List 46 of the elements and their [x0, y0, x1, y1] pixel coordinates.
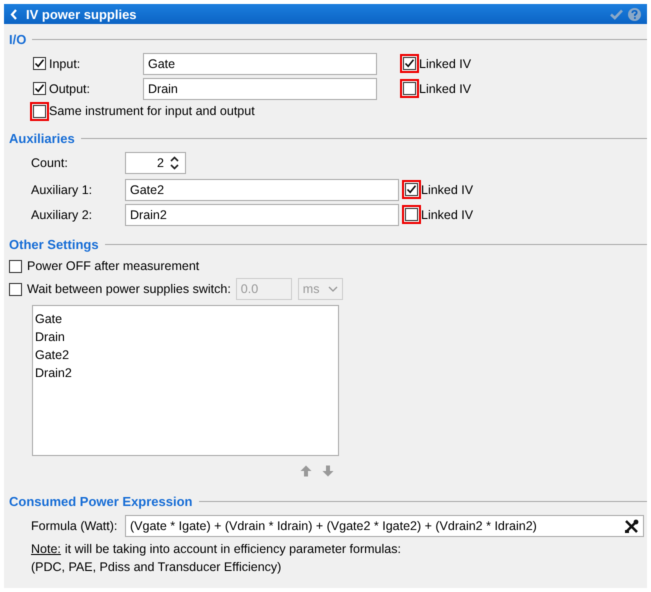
checkbox-label: Linked IV — [421, 182, 474, 196]
section-header: I/O — [9, 32, 26, 46]
checkbox-label: Power OFF after measurement — [27, 259, 200, 273]
field-label: Auxiliary 1: — [31, 182, 94, 196]
note-label: Note: — [31, 542, 61, 556]
checkbox-label: Linked IV — [419, 56, 472, 70]
field-label: Auxiliary 2: — [31, 208, 94, 222]
list-item[interactable]: Gate2 — [35, 346, 70, 364]
list-item[interactable]: Drain2 — [35, 364, 72, 382]
field-label: Formula (Watt): — [31, 519, 118, 533]
checkbox[interactable] — [33, 57, 46, 70]
checkmark-icon[interactable] — [610, 8, 623, 20]
section-header: Consumed Power Expression — [9, 494, 192, 508]
section-header: Auxiliaries — [9, 130, 75, 146]
linked-checkbox[interactable] — [403, 82, 416, 95]
list-item[interactable]: Drain — [35, 328, 65, 346]
text-field[interactable]: Gate — [143, 52, 377, 74]
text-field[interactable]: Gate2 — [125, 178, 399, 200]
checkbox-label: Linked IV — [421, 208, 474, 222]
checkbox[interactable] — [33, 104, 46, 118]
linked-checkbox[interactable] — [403, 57, 416, 70]
field-label: Input: — [49, 56, 82, 70]
section-header: Other Settings — [9, 236, 99, 252]
checkbox[interactable] — [9, 260, 22, 272]
note-text: it will be taking into account in efficiency parameter formulas: — [64, 542, 401, 556]
formula-field[interactable]: (Vgate * Igate) + (Vdrain * Idrain) + (Vgate2 * Igate2) + (Vdrain2 * Idrain2) — [125, 515, 644, 537]
spin-arrows-icon[interactable] — [170, 156, 179, 170]
text-field[interactable]: Drain2 — [125, 204, 399, 226]
tools-icon[interactable] — [624, 518, 639, 534]
back-icon[interactable] — [10, 8, 18, 20]
note-text: (PDC, PAE, Pdiss and Transducer Efficiency) — [31, 560, 282, 574]
text-field[interactable]: Drain — [143, 78, 377, 100]
field-label: Output: — [49, 82, 91, 96]
checkbox[interactable] — [33, 82, 46, 95]
checkbox-label: Same instrument for input and output — [49, 104, 255, 118]
spin-value: 2 — [157, 156, 164, 170]
checkbox-label: Linked IV — [419, 82, 472, 96]
linked-checkbox[interactable] — [405, 183, 418, 196]
formula-text: (Vgate * Igate) + (Vdrain * Idrain) + (Vgate2 * Igate2) + (Vdrain2 * Idrain2) — [130, 519, 537, 533]
field-label: Count: — [31, 156, 69, 170]
list-box[interactable]: Gate Drain Gate2 Drain2 — [32, 305, 339, 456]
checkbox-label: Wait between power supplies switch: — [27, 282, 231, 296]
list-item[interactable]: Gate — [35, 310, 62, 328]
window-title: IV power supplies — [26, 6, 138, 22]
linked-checkbox[interactable] — [405, 208, 418, 221]
spin-box[interactable]: 2 — [125, 152, 186, 174]
